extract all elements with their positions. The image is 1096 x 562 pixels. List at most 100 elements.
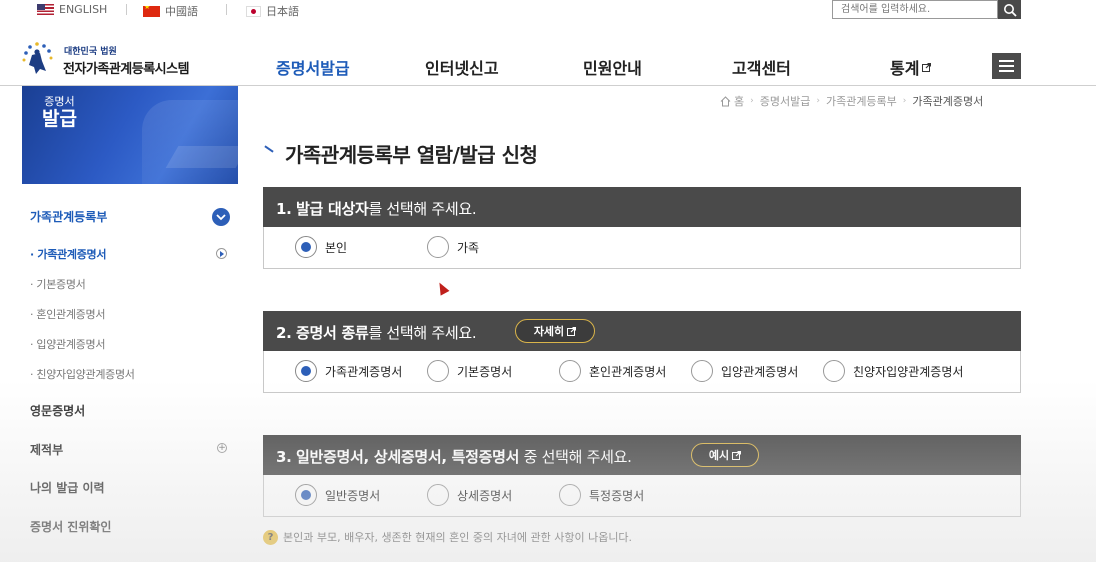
hamburger-menu-button[interactable] — [992, 53, 1021, 79]
gnb-online-report[interactable]: 인터넷신고 — [425, 55, 499, 79]
radio-label: 친양자입양관계증명서 — [853, 364, 964, 379]
lnb-my-issue-history[interactable]: 나의 발급 이력 — [30, 479, 105, 496]
lnb-sub-adoption-cert[interactable]: · 입양관계증명서 — [30, 336, 105, 352]
home-icon — [720, 95, 731, 106]
radio-circle — [559, 360, 581, 382]
plus-circle-icon[interactable]: + — [217, 443, 227, 453]
banner-text: 증명서 발급 — [42, 96, 77, 129]
radio-label: 혼인관계증명서 — [589, 364, 667, 379]
section-bold-text: 발급 대상자 — [296, 200, 369, 218]
header: 대한민국 법원 전자가족관계등록시스템 증명서발급 인터넷신고 민원안내 고객센… — [0, 22, 1096, 86]
gnb-statistics[interactable]: 통계 — [890, 55, 932, 79]
example-button-label: 예시 — [708, 449, 730, 462]
mouse-cursor — [435, 280, 450, 296]
section-title: 3. 일반증명서, 상세증명서, 특정증명서 중 선택해 주세요. — [276, 446, 632, 467]
section-body-target: 본인 가족 — [263, 227, 1021, 269]
example-button[interactable]: 예시 — [691, 443, 759, 467]
radio-circle — [427, 484, 449, 506]
chevron-down-icon — [216, 213, 226, 220]
radio-circle — [427, 360, 449, 382]
hamburger-line — [999, 70, 1014, 72]
section-bold-text: 일반증명서, 상세증명서, 특정증명서 — [296, 448, 520, 466]
external-link-icon — [922, 63, 932, 72]
breadcrumb-current: 가족관계증명서 — [912, 95, 984, 108]
lnb-english-cert[interactable]: 영문증명서 — [30, 402, 85, 419]
section-body-cert-type: 가족관계증명서 기본증명서 혼인관계증명서 입양관계증명서 친양자입양관계증명서 — [263, 351, 1021, 393]
china-flag-icon — [143, 5, 160, 17]
radio-marriage-cert[interactable]: 혼인관계증명서 — [559, 360, 666, 382]
search-icon — [1003, 3, 1017, 17]
radio-specific-cert[interactable]: 특정증명서 — [559, 484, 644, 506]
radio-adoption-cert[interactable]: 입양관계증명서 — [691, 360, 798, 382]
radio-label: 기본증명서 — [457, 364, 513, 379]
banner-decoration — [142, 100, 238, 184]
lnb-sub-full-adoption-cert[interactable]: · 친양자입양관계증명서 — [30, 366, 135, 382]
court-emblem-icon — [22, 42, 53, 74]
radio-label: 입양관계증명서 — [721, 364, 799, 379]
lnb-cert-verification[interactable]: 증명서 진위확인 — [30, 518, 111, 535]
hamburger-line — [999, 60, 1014, 62]
top-utility-bar: ENGLISH 中國語 日本語 — [0, 0, 1096, 22]
radio-detailed-cert[interactable]: 상세증명서 — [427, 484, 512, 506]
breadcrumb-home[interactable]: 홈 — [734, 93, 744, 109]
section-header-detail-level: 3. 일반증명서, 상세증명서, 특정증명서 중 선택해 주세요. 예시 — [263, 435, 1021, 475]
lang-english-link[interactable]: ENGLISH — [37, 3, 107, 16]
lnb-sub-family-cert[interactable]: · 가족관계증명서 — [30, 246, 106, 262]
radio-label: 가족관계증명서 — [325, 364, 403, 379]
radio-circle — [691, 360, 713, 382]
lnb-collapse-toggle[interactable] — [212, 208, 230, 226]
lang-chinese-link[interactable]: 中國語 — [143, 3, 198, 19]
radio-family-relation-cert[interactable]: 가족관계증명서 — [295, 360, 402, 382]
gnb-civil-guide[interactable]: 민원안내 — [583, 55, 642, 79]
section-title: 1. 발급 대상자를 선택해 주세요. — [276, 198, 477, 219]
section-header-cert-type: 2. 증명서 종류를 선택해 주세요. 자세히 — [263, 311, 1021, 351]
radio-basic-cert[interactable]: 기본증명서 — [427, 360, 512, 382]
radio-label: 본인 — [325, 240, 348, 255]
side-banner: 증명서 발급 — [22, 86, 238, 184]
radio-general-cert[interactable]: 일반증명서 — [295, 484, 380, 506]
lnb-family-register[interactable]: 가족관계등록부 — [30, 208, 107, 225]
breadcrumb-item[interactable]: 가족관계등록부 — [826, 93, 897, 109]
radio-self[interactable]: 본인 — [295, 236, 347, 258]
radio-full-adoption-cert[interactable]: 친양자입양관계증명서 — [823, 360, 963, 382]
gnb-certificate-issue[interactable]: 증명서발급 — [276, 55, 350, 79]
help-note-text: 본인과 부모, 배우자, 생존한 현재의 혼인 중의 자녀에 관한 사항이 나옵… — [283, 531, 633, 544]
gnb-statistics-label: 통계 — [890, 59, 920, 78]
chevron-right-icon: › — [816, 96, 820, 106]
section-bold-text: 증명서 종류 — [296, 324, 369, 342]
japan-flag-icon — [246, 5, 261, 17]
gnb-customer-center[interactable]: 고객센터 — [732, 55, 791, 79]
question-icon: ? — [263, 529, 278, 545]
us-flag-icon — [37, 4, 54, 15]
lang-label: 中國語 — [165, 5, 198, 18]
radio-circle — [295, 360, 317, 382]
section-header-target: 1. 발급 대상자를 선택해 주세요. — [263, 187, 1021, 227]
play-circle-icon — [216, 248, 227, 259]
chevron-right-icon: › — [750, 96, 754, 106]
radio-circle — [295, 236, 317, 258]
radio-family[interactable]: 가족 — [427, 236, 479, 258]
banner-line1: 증명서 — [44, 95, 75, 108]
banner-decoration — [165, 146, 238, 168]
details-button[interactable]: 자세히 — [515, 319, 595, 343]
section-number: 3. — [276, 448, 292, 466]
page-title: 가족관계등록부 열람/발급 신청 — [285, 143, 538, 167]
section-body-detail-level: 일반증명서 상세증명서 특정증명서 — [263, 475, 1021, 517]
search-button[interactable] — [998, 0, 1021, 19]
radio-label: 일반증명서 — [325, 488, 381, 503]
lnb-sub-marriage-cert[interactable]: · 혼인관계증명서 — [30, 306, 105, 322]
section-rest-text: 를 선택해 주세요. — [368, 324, 477, 342]
site-logo[interactable]: 대한민국 법원 전자가족관계등록시스템 — [20, 41, 210, 77]
lang-label: 日本語 — [266, 5, 299, 18]
lnb-sub-basic-cert[interactable]: · 기본증명서 — [30, 276, 86, 292]
search-input[interactable] — [832, 0, 998, 19]
lang-japanese-link[interactable]: 日本語 — [246, 3, 299, 19]
radio-circle — [427, 236, 449, 258]
radio-circle — [823, 360, 845, 382]
section-rest-text: 중 선택해 주세요. — [519, 448, 632, 466]
radio-label: 특정증명서 — [589, 488, 645, 503]
title-mark — [264, 145, 274, 153]
lnb-removed-register[interactable]: 제적부 — [30, 441, 63, 458]
breadcrumb-item[interactable]: 증명서발급 — [760, 93, 811, 109]
page: ENGLISH 中國語 日本語 — [0, 0, 1096, 562]
